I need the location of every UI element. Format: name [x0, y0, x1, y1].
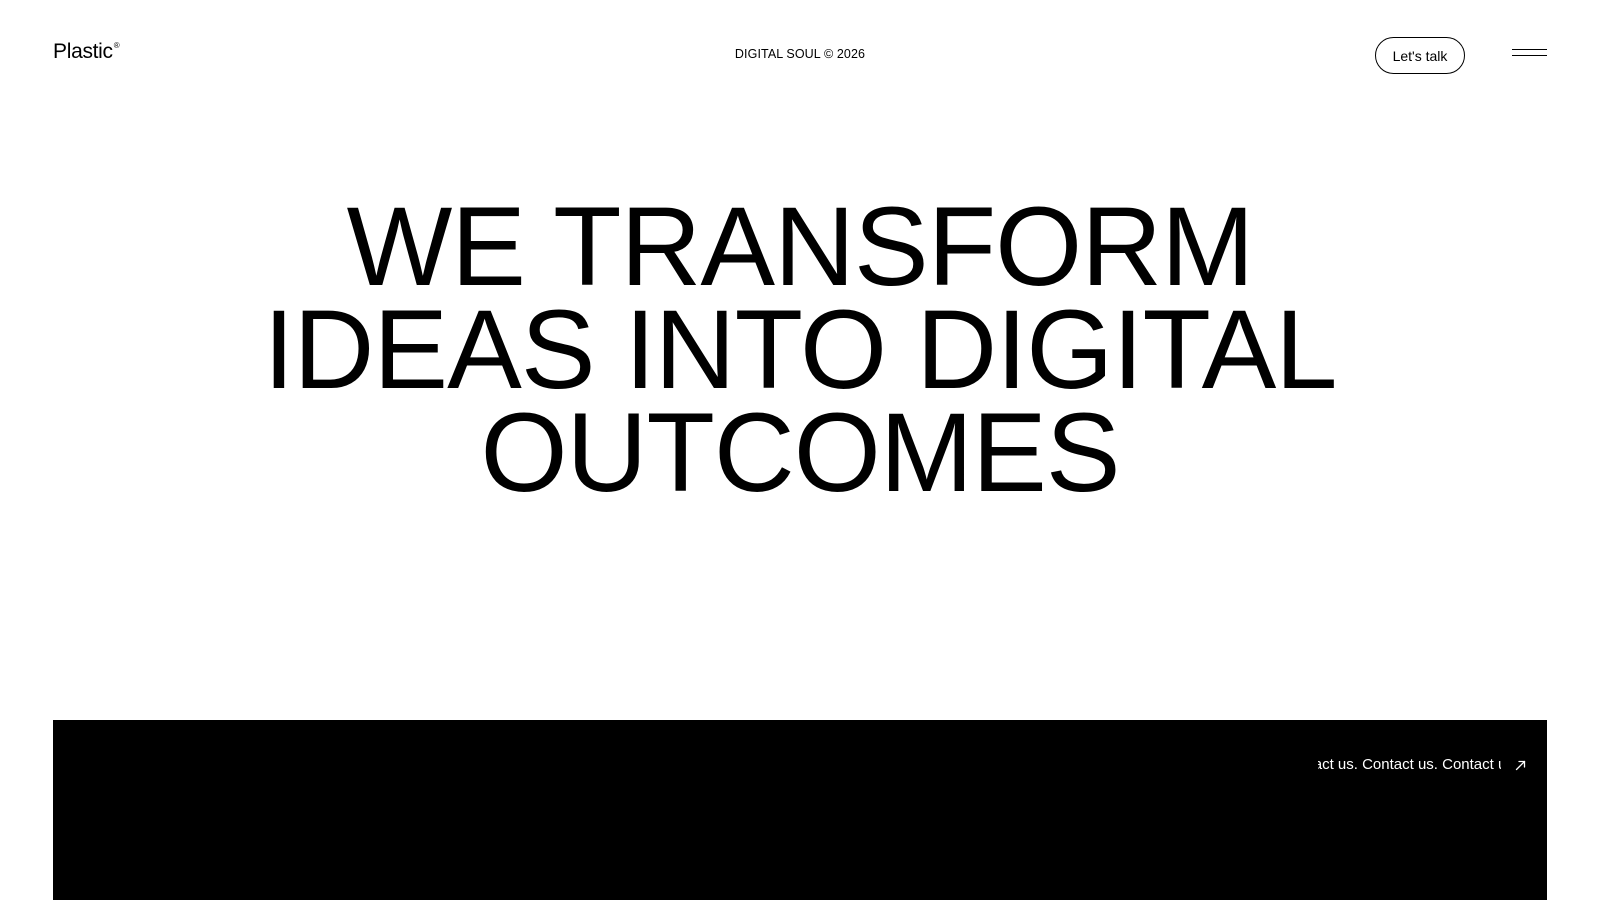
contact-marquee-text: Contact us. Contact us. Contact us. Cont… — [1318, 756, 1501, 773]
contact-panel: Contact us. Contact us. Contact us. Cont… — [53, 720, 1547, 900]
hero-heading: WE TRANSFORM IDEAS INTO DIGITAL OUTCOMES — [0, 184, 1600, 515]
contact-marquee[interactable]: Contact us. Contact us. Contact us. Cont… — [1318, 754, 1501, 776]
arrow-up-right-icon[interactable] — [1513, 757, 1529, 773]
header-tagline: DIGITAL SOUL © 2026 — [734, 47, 866, 61]
hamburger-menu-icon — [1512, 49, 1547, 51]
hero-line-2: IDEAS INTO DIGITAL — [263, 287, 1337, 412]
menu-button[interactable] — [1512, 44, 1548, 66]
hero-line-1: WE TRANSFORM — [346, 184, 1255, 309]
hamburger-menu-icon-bar — [1512, 55, 1547, 57]
page: Plastic® DIGITAL SOUL © 2026 Let's talk … — [0, 0, 1600, 900]
lets-talk-button[interactable]: Let's talk — [1375, 37, 1465, 74]
hero-line-3: OUTCOMES — [480, 390, 1120, 515]
